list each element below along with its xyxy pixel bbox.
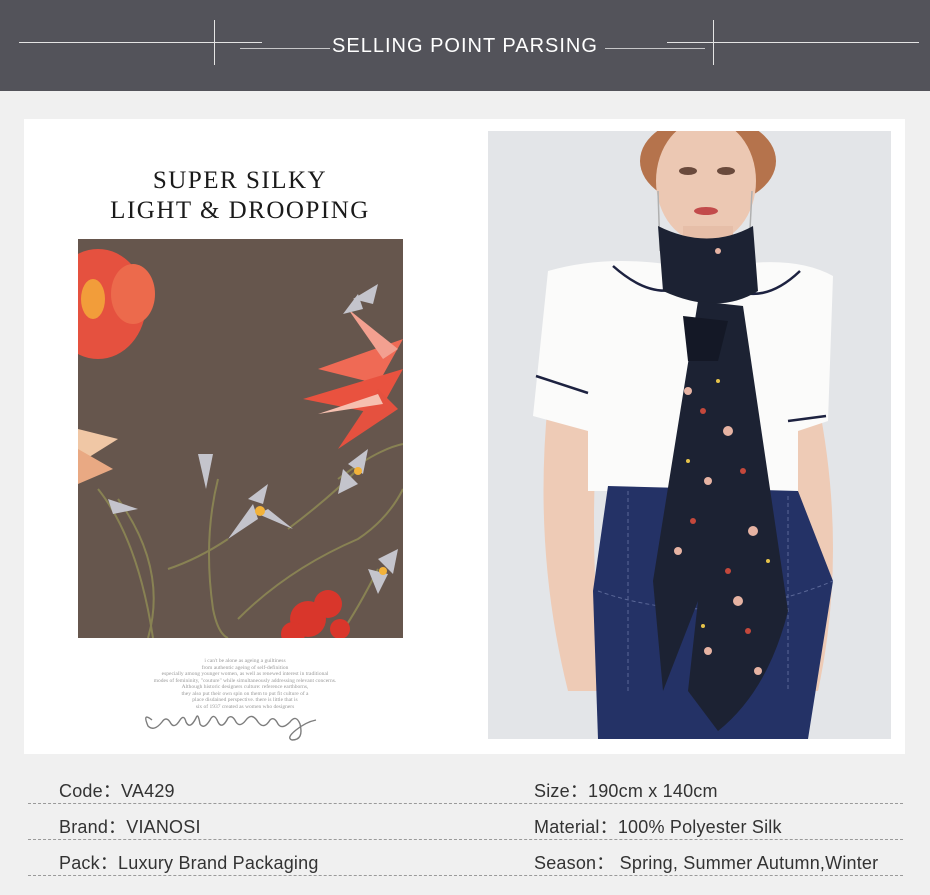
spec-size: Size：190cm x 140cm	[534, 781, 718, 801]
spec-divider	[28, 875, 903, 876]
section-header-banner: SELLING POINT PARSING	[0, 0, 930, 91]
headline-line-1: SUPER SILKY	[152, 167, 328, 194]
spec-divider	[28, 839, 903, 840]
section-title: SELLING POINT PARSING	[332, 35, 598, 57]
headline-line-2: LIGHT & DROOPING	[110, 197, 370, 224]
spec-divider	[28, 803, 903, 804]
spec-season: Season： Spring, Summer Autumn,Winter	[534, 853, 879, 873]
brand-signature-logo	[145, 715, 317, 741]
spec-code: Code：VA429	[59, 781, 175, 801]
spec-pack: Pack：Luxury Brand Packaging	[59, 853, 319, 873]
feature-headline: SUPER SILKY LIGHT & DROOPING	[24, 166, 456, 226]
spec-brand: Brand：VIANOSI	[59, 817, 201, 837]
spec-material: Material：100% Polyester Silk	[534, 817, 782, 837]
fabric-closeup-image	[78, 239, 403, 638]
model-wearing-scarf-image	[488, 131, 891, 739]
